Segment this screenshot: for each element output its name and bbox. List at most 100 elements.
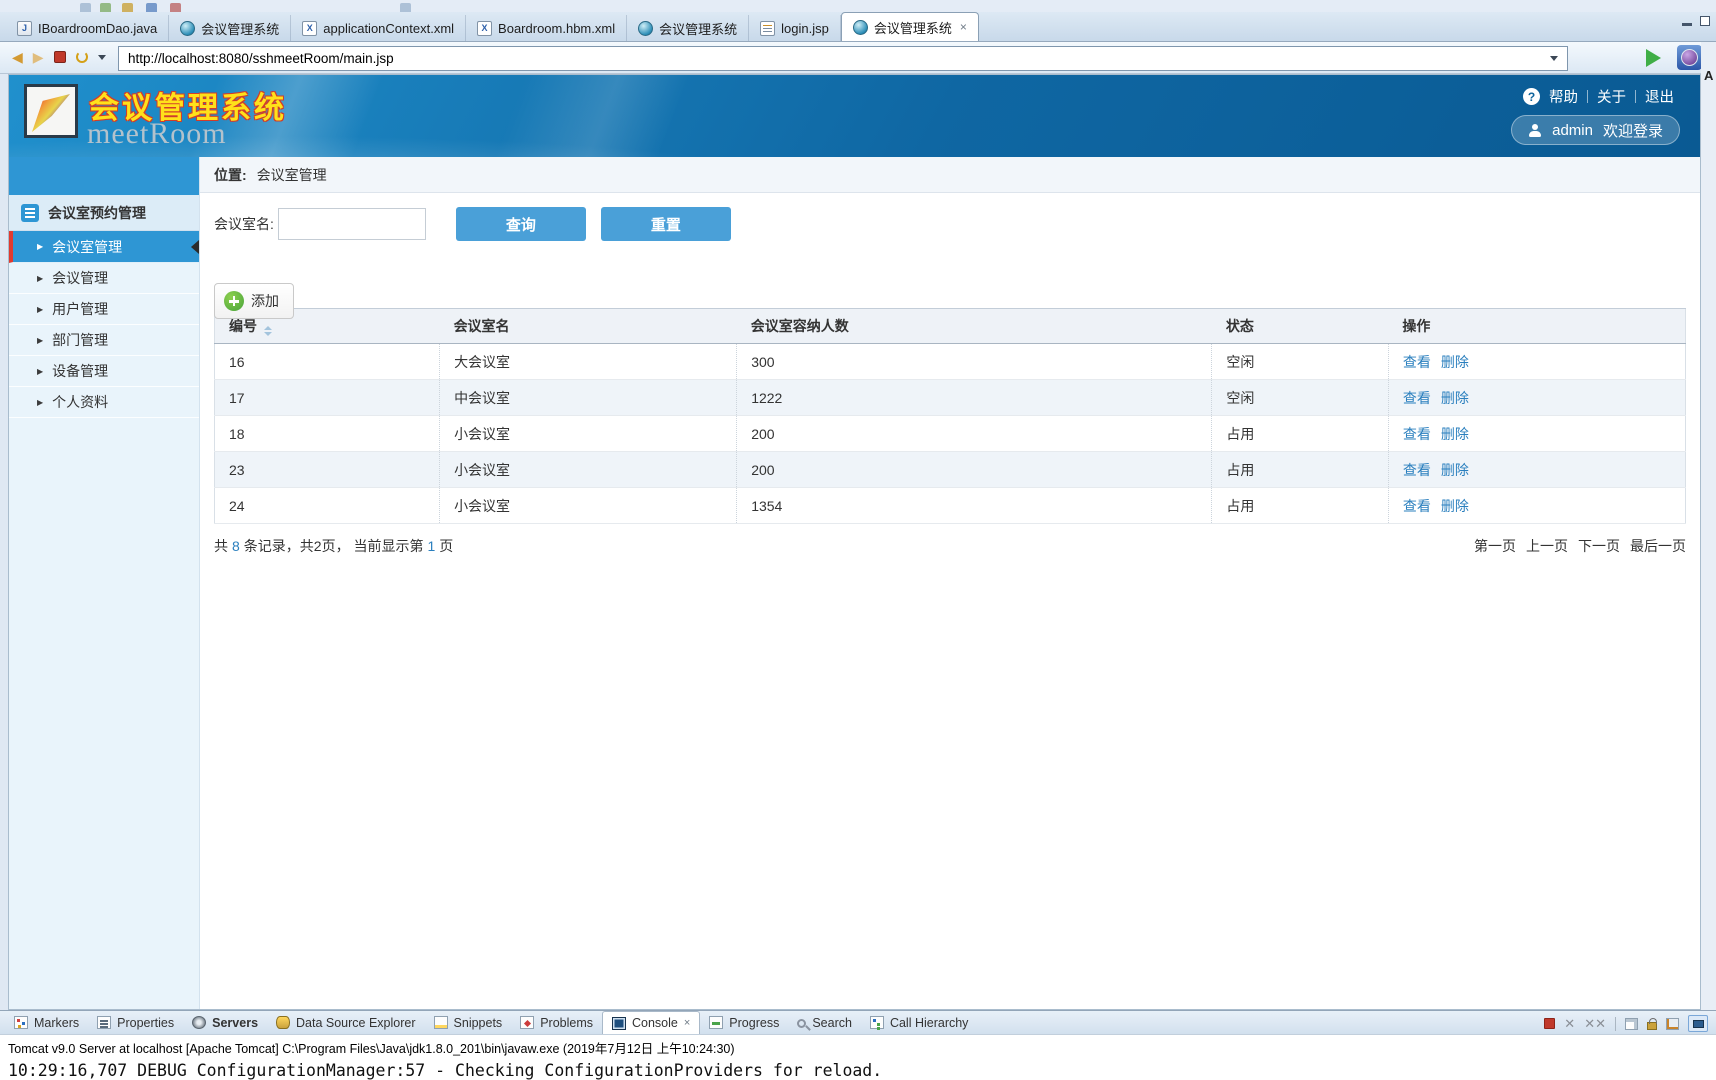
divider (1635, 90, 1636, 103)
refresh-icon[interactable] (76, 51, 88, 63)
url-dropdown-icon[interactable] (1550, 56, 1558, 61)
sidebar-item[interactable]: ▶设备管理 (9, 356, 199, 387)
summary-text: 条记录，共 (244, 538, 314, 554)
header-link-logout[interactable]: 退出 (1645, 86, 1674, 107)
cell-id: 24 (215, 488, 440, 524)
panel-tab-data-source[interactable]: Data Source Explorer (267, 1011, 425, 1034)
app-logo (24, 84, 78, 138)
header-link-about[interactable]: 关于 (1597, 86, 1626, 107)
panel-tab-progress[interactable]: Progress (700, 1011, 788, 1034)
panel-tab-servers[interactable]: Servers (183, 1011, 267, 1034)
nav-dropdown-icon[interactable] (98, 55, 106, 60)
go-button[interactable] (1646, 49, 1661, 67)
sidebar-item[interactable]: ▶会议室管理 (9, 231, 199, 263)
editor-tab[interactable]: XBoardroom.hbm.xml (466, 15, 627, 41)
pin-console-icon[interactable] (1666, 1018, 1679, 1030)
stop-icon[interactable] (54, 51, 66, 63)
panel-tab-properties[interactable]: Properties (88, 1011, 183, 1034)
panel-tab-search[interactable]: Search (788, 1011, 861, 1034)
editor-tab[interactable]: 会议管理系统 (169, 15, 291, 41)
panel-tab-call-hierarchy[interactable]: Call Hierarchy (861, 1011, 978, 1034)
panel-tab-markers[interactable]: Markers (5, 1011, 88, 1034)
call-hierarchy-icon (870, 1016, 884, 1029)
editor-tab[interactable]: login.jsp (749, 15, 841, 41)
progress-icon (709, 1016, 723, 1029)
sidebar-item[interactable]: ▶用户管理 (9, 294, 199, 325)
sidebar-top-strip (9, 157, 199, 195)
header-link-help[interactable]: 帮助 (1549, 86, 1578, 107)
sort-up-arrow (264, 326, 272, 330)
last-page-link[interactable]: 最后一页 (1630, 538, 1686, 554)
pagination: 共8条记录，共2页， 当前显示第1页 第一页上一页下一页最后一页 (214, 536, 1686, 556)
forward-icon[interactable]: ▶ (33, 48, 44, 66)
next-page-link[interactable]: 下一页 (1578, 538, 1620, 554)
view-link[interactable]: 查看 (1403, 354, 1431, 370)
snippets-icon (434, 1016, 448, 1029)
view-link[interactable]: 查看 (1403, 498, 1431, 514)
panel-tab-label: Markers (34, 1016, 79, 1030)
web-page-icon (180, 21, 195, 36)
delete-link[interactable]: 删除 (1441, 354, 1469, 370)
editor-tab[interactable]: 会议管理系统 (627, 15, 749, 41)
cell-status: 占用 (1212, 488, 1389, 524)
editor-tab[interactable]: JIBoardroomDao.java (6, 15, 169, 41)
url-input[interactable]: http://localhost:8080/sshmeetRoom/main.j… (118, 46, 1568, 71)
column-label: 操作 (1402, 318, 1430, 334)
view-link[interactable]: 查看 (1403, 390, 1431, 406)
table-row: 23小会议室200占用查看删除 (215, 452, 1686, 488)
close-icon[interactable]: × (960, 20, 967, 34)
back-icon[interactable]: ◀ (12, 48, 23, 66)
clipped-toolbar (0, 0, 1716, 12)
panel-tab-label: Call Hierarchy (890, 1016, 969, 1030)
clear-console-icon[interactable] (1625, 1018, 1638, 1030)
delete-link[interactable]: 删除 (1441, 390, 1469, 406)
sort-icon[interactable] (264, 326, 272, 336)
delete-link[interactable]: 删除 (1441, 426, 1469, 442)
cell-actions: 查看删除 (1388, 452, 1685, 488)
search-label: 会议室名: (214, 214, 274, 234)
cell-room-name: 中会议室 (440, 380, 737, 416)
delete-link[interactable]: 删除 (1441, 462, 1469, 478)
sidebar-item[interactable]: ▶会议管理 (9, 263, 199, 294)
reset-button[interactable]: 重置 (601, 207, 731, 241)
menu-list-icon (21, 204, 39, 222)
scroll-lock-icon[interactable] (1647, 1022, 1657, 1030)
panel-tab-problems[interactable]: Problems (511, 1011, 602, 1034)
close-icon[interactable]: × (684, 1017, 690, 1029)
web-browser-icon[interactable] (1677, 45, 1702, 70)
sidebar-item[interactable]: ▶部门管理 (9, 325, 199, 356)
panel-tab-snippets[interactable]: Snippets (425, 1011, 512, 1034)
room-name-input[interactable] (278, 208, 426, 240)
minimize-icon[interactable] (1682, 23, 1692, 26)
editor-tab[interactable]: 会议管理系统 × (841, 12, 979, 41)
editor-tab-label: 会议管理系统 (874, 18, 952, 37)
prev-page-link[interactable]: 上一页 (1526, 538, 1568, 554)
xml-file-icon: X (477, 21, 492, 36)
panel-tab-label: Progress (729, 1016, 779, 1030)
cell-status: 空闲 (1212, 380, 1389, 416)
user-badge[interactable]: admin 欢迎登录 (1511, 115, 1680, 145)
browser-toolbar: ◀ ▶ http://localhost:8080/sshmeetRoom/ma… (0, 42, 1716, 74)
editor-tab[interactable]: XapplicationContext.xml (291, 15, 466, 41)
first-page-link[interactable]: 第一页 (1474, 538, 1516, 554)
maximize-icon[interactable] (1700, 16, 1710, 26)
terminate-icon[interactable] (1544, 1018, 1555, 1029)
console-output[interactable]: Tomcat v9.0 Server at localhost [Apache … (0, 1035, 1716, 1080)
view-link[interactable]: 查看 (1403, 426, 1431, 442)
query-button[interactable]: 查询 (456, 207, 586, 241)
add-button[interactable]: 添加 (214, 283, 294, 319)
view-link[interactable]: 查看 (1403, 462, 1431, 478)
remove-all-launches-icon[interactable]: ✕✕ (1584, 1017, 1606, 1030)
remove-launch-icon[interactable]: ✕ (1564, 1017, 1575, 1030)
editor-tab-label: applicationContext.xml (323, 21, 454, 36)
breadcrumb: 位置: 会议室管理 (200, 157, 1700, 193)
sidebar-item-label: 个人资料 (52, 392, 108, 412)
panel-tab-console[interactable]: Console× (602, 1011, 700, 1034)
help-icon: ? (1523, 88, 1540, 105)
markers-icon (14, 1016, 28, 1029)
sidebar-item-label: 部门管理 (52, 330, 108, 350)
display-console-icon[interactable] (1688, 1015, 1708, 1032)
delete-link[interactable]: 删除 (1441, 498, 1469, 514)
sidebar-header-label: 会议室预约管理 (48, 203, 146, 223)
sidebar-item[interactable]: ▶个人资料 (9, 387, 199, 418)
